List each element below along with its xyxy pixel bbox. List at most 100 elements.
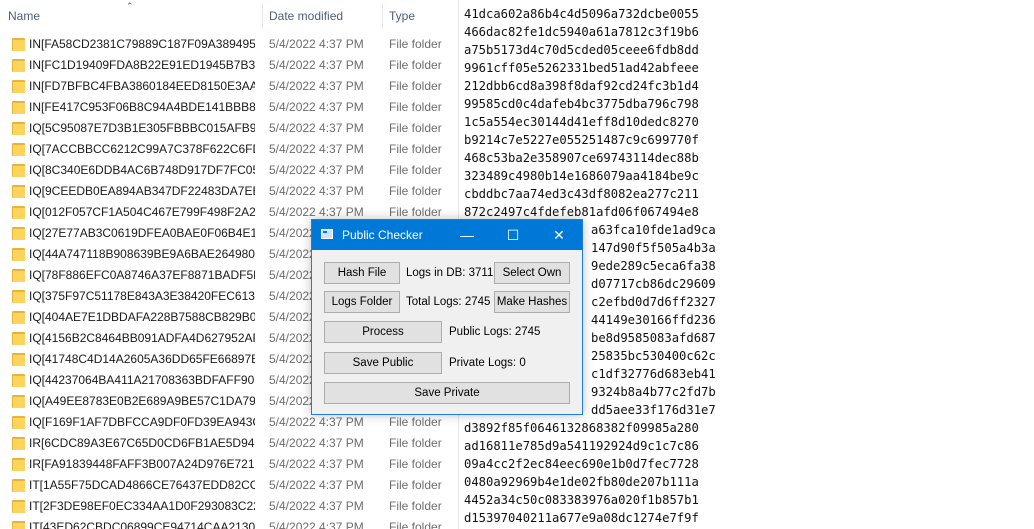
folder-icon: [12, 59, 25, 72]
file-date: 5/4/2022 4:37 PM: [269, 100, 364, 114]
file-date: 5/4/2022 4:37 PM: [269, 184, 364, 198]
column-divider[interactable]: [382, 4, 383, 28]
hash-line: ad16811e785d9a541192924d9c1c7c86: [464, 439, 699, 453]
hash-line: 468c53ba2e358907ce69743114dec88b: [464, 151, 699, 165]
folder-icon: [12, 353, 25, 366]
select-own-button[interactable]: Select Own: [494, 262, 570, 284]
folder-icon: [12, 311, 25, 324]
file-name: IQ[8C340E6DDB4AC6B748D917DF7FC051...: [29, 163, 255, 177]
folder-icon: [12, 38, 25, 51]
file-name: IQ[4156B2C8464BB091ADFA4D627952AF0...: [29, 331, 255, 345]
column-header-bar: ⌃ Name Date modified Type: [0, 0, 458, 32]
file-date: 5/4/2022 4:37 PM: [269, 436, 364, 450]
column-header-name[interactable]: Name: [8, 0, 40, 32]
file-name: IQ[F169F1AF7DBFCCA9DF0FD39EA943CD...: [29, 415, 255, 429]
file-date: 5/4/2022 4:37 PM: [269, 163, 364, 177]
file-type: File folder: [389, 457, 442, 471]
file-row[interactable]: IR[FA91839448FAFF3B007A24D976E72121]... 5…: [0, 454, 458, 475]
file-row[interactable]: IN[FD7BFBC4FBA3860184EED8150E3AA5... 5/4/…: [0, 76, 458, 97]
folder-icon: [12, 290, 25, 303]
file-name: IQ[27E77AB3C0619DFEA0BAE0F06B4E1C3...: [29, 226, 255, 240]
file-date: 5/4/2022 4:37 PM: [269, 499, 364, 513]
file-name: IQ[375F97C51178E843A3E38420FEC6137A...: [29, 289, 255, 303]
file-row[interactable]: IQ[7ACCBBCC6212C99A7C378F622C6FD... 5/4/2…: [0, 139, 458, 160]
file-name: IQ[5C95087E7D3B1E305FBBBC015AFB966...: [29, 121, 255, 135]
folder-icon: [12, 395, 25, 408]
file-name: IT[1A55F75DCAD4866CE76437EDD82CC4...: [29, 478, 255, 492]
folder-icon: [12, 416, 25, 429]
file-type: File folder: [389, 415, 442, 429]
process-button[interactable]: Process: [324, 321, 442, 343]
folder-icon: [12, 185, 25, 198]
file-row[interactable]: IN[FE417C953F06B8C94A4BDE141BBB80C... 5/4…: [0, 97, 458, 118]
folder-icon: [12, 437, 25, 450]
file-name: IQ[A49EE8783E0B2E689A9BE57C1DA7977...: [29, 394, 255, 408]
file-row[interactable]: IT[1A55F75DCAD4866CE76437EDD82CC4... 5/4/…: [0, 475, 458, 496]
title-bar[interactable]: Public Checker — ☐ ✕: [312, 220, 582, 250]
hash-line: 99585cd0c4dafeb4bc3775dba796c798: [464, 97, 699, 111]
hash-line: 466dac82fe1dc5940a61a7812c3f19b6: [464, 25, 699, 39]
make-hashes-button[interactable]: Make Hashes: [494, 291, 570, 313]
private-logs-label: Private Logs: 0: [449, 357, 526, 369]
file-row[interactable]: IN[FC1D19409FDA8B22E91ED1945B7B352... 5/4…: [0, 55, 458, 76]
save-private-button[interactable]: Save Private: [324, 382, 570, 404]
folder-icon: [12, 332, 25, 345]
file-name: IQ[9CEEDB0EA894AB347DF22483DA7EB1...: [29, 184, 255, 198]
folder-icon: [12, 374, 25, 387]
file-name: IQ[012F057CF1A504C467E799F498F2A23...: [29, 205, 255, 219]
file-row[interactable]: IT[2F3DE98EF0EC334AA1D0F293083C220... 5/4…: [0, 496, 458, 517]
file-name: IN[FC1D19409FDA8B22E91ED1945B7B352...: [29, 58, 255, 72]
file-name: IR[6CDC89A3E67C65D0CD6FB1AE5D94E2...: [29, 436, 255, 450]
file-date: 5/4/2022 4:37 PM: [269, 478, 364, 492]
folder-icon: [12, 479, 25, 492]
file-date: 5/4/2022 4:37 PM: [269, 415, 364, 429]
public-checker-window: Public Checker — ☐ ✕ Hash File Logs in D…: [311, 219, 583, 415]
public-logs-label: Public Logs: 2745: [449, 326, 541, 338]
column-header-date[interactable]: Date modified: [269, 0, 343, 32]
file-date: 5/4/2022 4:37 PM: [269, 79, 364, 93]
file-row[interactable]: IQ[F169F1AF7DBFCCA9DF0FD39EA943CD... 5/4/…: [0, 412, 458, 433]
file-name: IN[FE417C953F06B8C94A4BDE141BBB80C...: [29, 100, 255, 114]
hash-line: 09a4cc2f2ec84eec690e1b0d7fec7728: [464, 457, 699, 471]
file-name: IN[FA58CD2381C79889C187F09A389495F...: [29, 37, 255, 51]
file-type: File folder: [389, 184, 442, 198]
hash-file-button[interactable]: Hash File: [324, 262, 400, 284]
file-row[interactable]: IQ[8C340E6DDB4AC6B748D917DF7FC051... 5/4/…: [0, 160, 458, 181]
column-header-type[interactable]: Type: [389, 0, 415, 32]
save-public-button[interactable]: Save Public: [324, 352, 442, 374]
folder-icon: [12, 122, 25, 135]
hash-line: d3892f85f0646132868382f09985a280: [464, 421, 699, 435]
file-row[interactable]: IT[43ED62CBDC06899CE94714CAA2130C... 5/4/…: [0, 517, 458, 529]
file-row[interactable]: IQ[5C95087E7D3B1E305FBBBC015AFB966... 5/4…: [0, 118, 458, 139]
file-row[interactable]: IQ[9CEEDB0EA894AB347DF22483DA7EB1... 5/4/…: [0, 181, 458, 202]
file-row[interactable]: IN[FA58CD2381C79889C187F09A389495F... 5/4…: [0, 34, 458, 55]
app-window-icon: [321, 229, 333, 239]
file-type: File folder: [389, 100, 442, 114]
hash-line: 4452a34c50c083383976a020f1b857b1: [464, 493, 699, 507]
hash-line: cbddbc7aa74ed3c43df8082ea277c211: [464, 187, 699, 201]
logs-folder-button[interactable]: Logs Folder: [324, 291, 400, 313]
file-type: File folder: [389, 121, 442, 135]
window-title: Public Checker: [342, 228, 423, 242]
close-button[interactable]: ✕: [536, 220, 582, 250]
maximize-button[interactable]: ☐: [490, 220, 536, 250]
file-type: File folder: [389, 520, 442, 529]
hash-line: 41dca602a86b4c4d5096a732dcbe0055: [464, 7, 699, 21]
folder-icon: [12, 458, 25, 471]
file-type: File folder: [389, 478, 442, 492]
file-row[interactable]: IR[6CDC89A3E67C65D0CD6FB1AE5D94E2... 5/4/…: [0, 433, 458, 454]
file-date: 5/4/2022 4:37 PM: [269, 37, 364, 51]
file-name: IQ[7ACCBBCC6212C99A7C378F622C6FD...: [29, 142, 255, 156]
file-name: IQ[78F886EFC0A8746A37EF8871BADF5DD...: [29, 268, 255, 282]
column-divider[interactable]: [262, 4, 263, 28]
file-date: 5/4/2022 4:37 PM: [269, 121, 364, 135]
file-type: File folder: [389, 142, 442, 156]
file-date: 5/4/2022 4:37 PM: [269, 457, 364, 471]
minimize-button[interactable]: —: [444, 220, 490, 250]
file-type: File folder: [389, 436, 442, 450]
file-type: File folder: [389, 58, 442, 72]
folder-icon: [12, 164, 25, 177]
file-name: IQ[44A747118B908639BE9A6BAE26498077...: [29, 247, 255, 261]
folder-icon: [12, 80, 25, 93]
folder-icon: [12, 248, 25, 261]
